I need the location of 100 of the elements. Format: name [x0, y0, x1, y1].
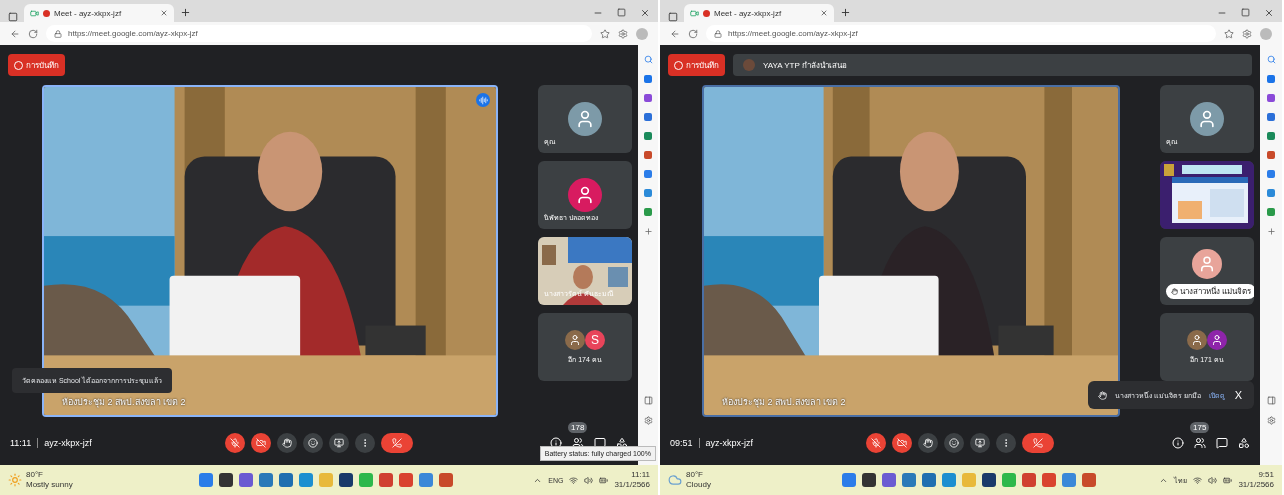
sidebar-app-icon[interactable] [1267, 151, 1275, 159]
emoji-button[interactable] [944, 433, 964, 453]
participant-name: นางสาวหนึ่ง แม่นจิตร [1180, 285, 1252, 298]
tab-actions-icon[interactable] [668, 12, 678, 22]
favorite-icon[interactable] [1224, 28, 1234, 39]
people-icon[interactable] [572, 437, 584, 449]
sidebar-app-icon[interactable] [644, 132, 652, 140]
new-tab-icon[interactable] [840, 7, 851, 18]
avatar-icon [743, 59, 755, 71]
more-options-button[interactable] [355, 433, 375, 453]
settings-icon[interactable] [1242, 28, 1252, 39]
maximize-icon[interactable] [1241, 8, 1250, 17]
sidebar-app-icon[interactable] [1267, 132, 1275, 140]
back-icon[interactable] [670, 28, 680, 39]
leave-call-button[interactable] [381, 433, 413, 453]
clock-date: 31/1/2566 [614, 480, 650, 490]
microphone-button[interactable] [225, 433, 245, 453]
sidebar-app-icon[interactable] [644, 170, 652, 178]
chat-icon[interactable] [1216, 437, 1228, 449]
chat-icon[interactable] [594, 437, 606, 449]
new-tab-icon[interactable] [180, 7, 191, 18]
info-icon[interactable] [550, 437, 562, 449]
close-icon[interactable] [1264, 8, 1274, 18]
sidebar-toggle-icon[interactable] [643, 396, 653, 405]
camera-button[interactable] [251, 433, 271, 453]
maximize-icon[interactable] [617, 8, 626, 17]
sidebar-app-icon[interactable] [1267, 94, 1275, 102]
present-button[interactable] [970, 433, 990, 453]
camera-button[interactable] [892, 433, 912, 453]
activities-icon[interactable] [1238, 437, 1250, 449]
sidebar-app-icon[interactable] [644, 113, 652, 121]
browser-tab[interactable]: Meet - ayz-xkpx-jzf [684, 4, 834, 22]
weather-text: Mostly sunny [26, 480, 73, 490]
present-button[interactable] [329, 433, 349, 453]
close-icon[interactable] [640, 8, 650, 18]
url-text: https://meet.google.com/ayz-xkpx-jzf [728, 29, 858, 38]
raise-hand-button[interactable] [918, 433, 938, 453]
volume-icon[interactable] [584, 475, 594, 485]
sidebar-app-icon[interactable] [644, 208, 652, 216]
battery-icon[interactable] [599, 475, 609, 485]
sidebar-app-icon[interactable] [1267, 75, 1275, 83]
sidebar-app-icon[interactable] [644, 189, 652, 197]
url-text: https://meet.google.com/ayz-xkpx-jzf [68, 29, 198, 38]
temperature: 80°F [26, 470, 44, 480]
favorite-icon[interactable] [600, 28, 610, 39]
wifi-icon[interactable] [569, 475, 579, 485]
search-icon[interactable] [1266, 55, 1276, 64]
browser-tab[interactable]: Meet - ayz-xkpx-jzf [24, 4, 174, 22]
info-icon[interactable] [1172, 437, 1184, 449]
address-bar[interactable]: https://meet.google.com/ayz-xkpx-jzf [706, 25, 1216, 42]
recording-button[interactable]: การบันทึก [668, 54, 725, 76]
people-icon[interactable] [1194, 437, 1206, 449]
sidebar-toggle-icon[interactable] [1266, 396, 1276, 405]
weather-text: Cloudy [686, 480, 711, 490]
taskbar-app-icon[interactable] [338, 473, 353, 487]
microphone-button[interactable] [866, 433, 886, 453]
clock-time: 11:11 [631, 470, 650, 480]
reload-icon[interactable] [28, 28, 38, 39]
taskbar-app-icon[interactable] [218, 473, 233, 487]
sidebar-app-icon[interactable] [644, 75, 652, 83]
sidebar-app-icon[interactable] [1267, 170, 1275, 178]
close-tab-icon[interactable] [160, 9, 168, 17]
microphone-off-icon [230, 438, 240, 448]
sidebar-app-icon[interactable] [1267, 189, 1275, 197]
add-icon[interactable] [1266, 227, 1276, 236]
settings-icon[interactable] [643, 416, 653, 425]
avatar-icon [1192, 249, 1222, 279]
more-options-button[interactable] [996, 433, 1016, 453]
close-button[interactable]: X [1232, 389, 1244, 401]
activities-icon[interactable] [616, 437, 628, 449]
taskbar-app-icon[interactable] [861, 473, 876, 487]
emoji-button[interactable] [303, 433, 323, 453]
settings-icon[interactable] [618, 28, 628, 39]
battery-icon[interactable] [1223, 475, 1233, 485]
avatar-icon [1187, 329, 1207, 350]
taskbar-app-icon[interactable] [981, 473, 996, 487]
sidebar-app-icon[interactable] [1267, 208, 1275, 216]
address-bar[interactable]: https://meet.google.com/ayz-xkpx-jzf [46, 25, 592, 42]
tab-actions-icon[interactable] [8, 12, 18, 22]
search-icon[interactable] [643, 55, 653, 64]
raise-hand-button[interactable] [277, 433, 297, 453]
hand-icon [1171, 288, 1178, 295]
clock-date: 31/1/2566 [1238, 480, 1274, 490]
add-icon[interactable] [643, 227, 653, 236]
close-tab-icon[interactable] [820, 9, 828, 17]
temperature: 80°F [686, 470, 704, 480]
meeting-code: ayz-xkpx-jzf [705, 438, 754, 448]
wifi-icon[interactable] [1193, 475, 1203, 485]
participant-count: 178 [568, 422, 588, 433]
reload-icon[interactable] [688, 28, 698, 39]
back-icon[interactable] [10, 28, 20, 39]
meeting-code: ayz-xkpx-jzf [44, 438, 92, 448]
recording-button[interactable]: การบันทึก [8, 54, 65, 76]
sidebar-app-icon[interactable] [644, 94, 652, 102]
sidebar-app-icon[interactable] [1267, 113, 1275, 121]
lock-icon [54, 29, 62, 38]
leave-call-button[interactable] [1022, 433, 1054, 453]
sidebar-app-icon[interactable] [644, 151, 652, 159]
volume-icon[interactable] [1208, 475, 1218, 485]
settings-icon[interactable] [1266, 416, 1276, 425]
